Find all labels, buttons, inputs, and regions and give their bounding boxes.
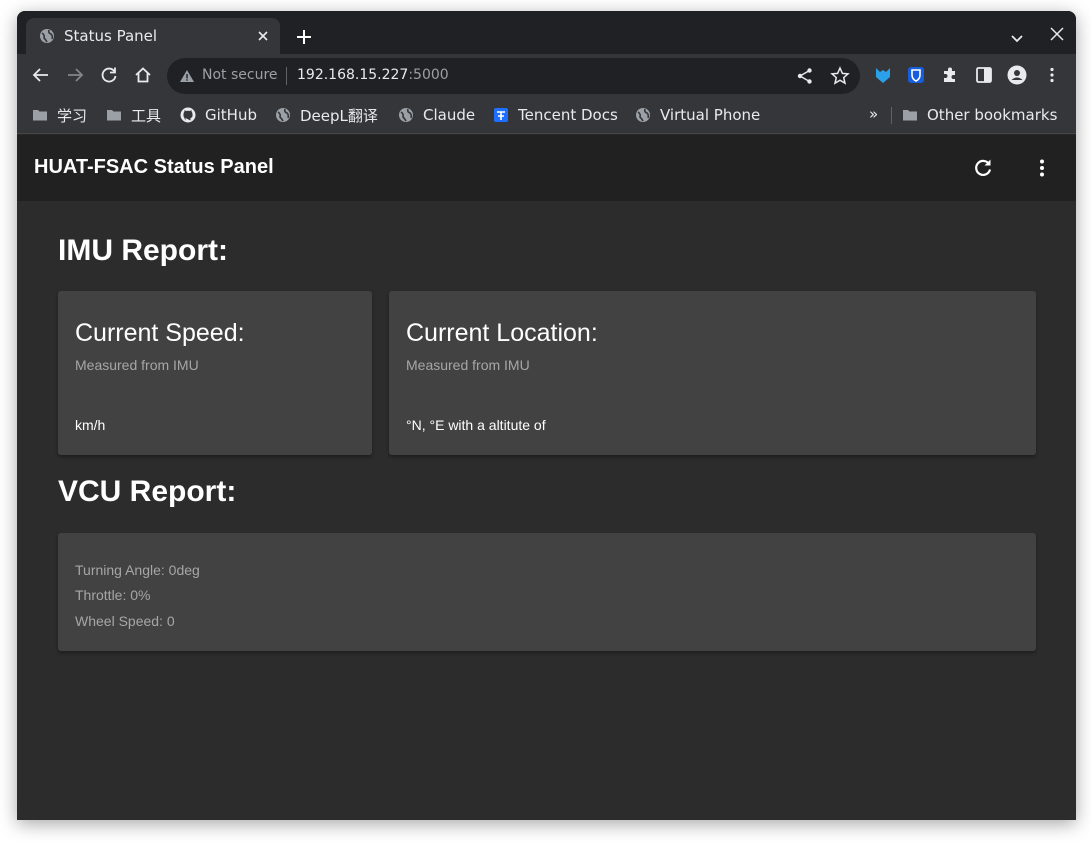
bookmark-tencent-docs[interactable]: Tencent Docs [493, 105, 618, 125]
app-title: HUAT-FSAC Status Panel [34, 156, 274, 178]
home-icon[interactable] [133, 65, 153, 85]
bookmark-deepl[interactable]: DeepL翻译 [275, 105, 378, 125]
share-icon[interactable] [796, 67, 814, 85]
bookmarks-divider [891, 107, 892, 124]
bookmark-label: Virtual Phone [660, 106, 761, 124]
globe-icon [276, 108, 290, 122]
bookmark-label: Other bookmarks [927, 106, 1058, 124]
imu-report-heading: IMU Report: [58, 234, 228, 267]
folder-icon [107, 110, 121, 121]
address-bar[interactable]: Not secure 192.168.15.227:5000 [167, 58, 860, 94]
omnibox-divider [286, 67, 287, 85]
chevron-down-icon[interactable] [1007, 28, 1027, 48]
bookmark-label: Tencent Docs [518, 106, 618, 124]
main-content: IMU Report: Current Speed: Measured from… [17, 201, 1076, 820]
card-title: Current Speed: [75, 319, 245, 347]
bookmark-star-icon[interactable] [830, 66, 850, 86]
profile-avatar-icon[interactable] [1007, 65, 1027, 85]
bookmark-label: GitHub [205, 106, 257, 124]
wheel-speed-text: Wheel Speed: 0 [75, 613, 175, 629]
extensions-puzzle-icon[interactable] [940, 65, 960, 85]
bookmark-label: 学习 [57, 106, 88, 125]
current-speed-card: Current Speed: Measured from IMU km/h [58, 291, 372, 455]
extension-fox-icon[interactable] [873, 65, 893, 85]
tab-strip: Status Panel [17, 11, 1076, 54]
url-text[interactable]: 192.168.15.227:5000 [297, 67, 449, 83]
new-tab-icon[interactable] [294, 27, 314, 47]
folder-icon [33, 110, 47, 121]
bookmark-folder-study[interactable]: 学习 [32, 105, 87, 125]
bookmark-claude[interactable]: Claude [398, 105, 475, 125]
tab-status-panel[interactable]: Status Panel [26, 18, 280, 54]
side-panel-icon[interactable] [974, 65, 994, 85]
refresh-icon[interactable] [972, 157, 994, 179]
more-vert-icon[interactable] [1031, 157, 1053, 179]
browser-toolbar: Not secure 192.168.15.227:5000 [17, 54, 1076, 96]
forward-icon[interactable] [65, 65, 85, 85]
security-label[interactable]: Not secure [202, 67, 278, 83]
bookmark-label: 工具 [131, 106, 162, 125]
url-host: 192.168.15.227 [297, 67, 409, 83]
vcu-report-heading: VCU Report: [58, 475, 237, 508]
card-subtitle: Measured from IMU [406, 357, 530, 373]
back-icon[interactable] [31, 65, 51, 85]
bookmarks-bar: 学习 工具 GitHub DeepL翻译 Claude Tencent Docs… [17, 96, 1076, 134]
browser-menu-icon[interactable] [1042, 65, 1062, 85]
warning-icon[interactable] [179, 68, 195, 84]
tab-title: Status Panel [64, 27, 158, 45]
globe-icon [399, 108, 413, 122]
folder-icon [903, 110, 917, 121]
throttle-text: Throttle: 0% [75, 587, 151, 603]
turning-angle-text: Turning Angle: 0deg [75, 562, 200, 578]
location-value: °N, °E with a altitute of [406, 417, 546, 433]
url-port: :5000 [408, 67, 449, 83]
card-title: Current Location: [406, 319, 598, 347]
github-icon [180, 107, 196, 123]
bookmark-other-bookmarks[interactable]: Other bookmarks [902, 105, 1057, 125]
bookmark-github[interactable]: GitHub [180, 105, 257, 125]
speed-value: km/h [75, 417, 106, 433]
tencent-docs-icon [494, 108, 508, 122]
app-bar: HUAT-FSAC Status Panel [17, 135, 1076, 201]
bookmark-virtual-phone[interactable]: Virtual Phone [635, 105, 760, 125]
window-close-icon[interactable] [1047, 24, 1067, 44]
tab-close-icon[interactable] [254, 27, 272, 45]
bookmark-folder-tools[interactable]: 工具 [106, 105, 161, 125]
bookmarks-overflow-button[interactable]: » [869, 105, 878, 123]
globe-icon [40, 29, 54, 43]
bookmark-label: Claude [423, 106, 476, 124]
reload-icon[interactable] [99, 65, 119, 85]
browser-window: Status Panel Not secure 192.168.15.227:5… [17, 11, 1076, 820]
card-subtitle: Measured from IMU [75, 357, 199, 373]
current-location-card: Current Location: Measured from IMU °N, … [389, 291, 1036, 455]
globe-icon [636, 108, 650, 122]
bitwarden-icon[interactable] [906, 65, 926, 85]
vcu-card: Turning Angle: 0deg Throttle: 0% Wheel S… [58, 533, 1036, 651]
bookmark-label: DeepL翻译 [300, 106, 378, 125]
